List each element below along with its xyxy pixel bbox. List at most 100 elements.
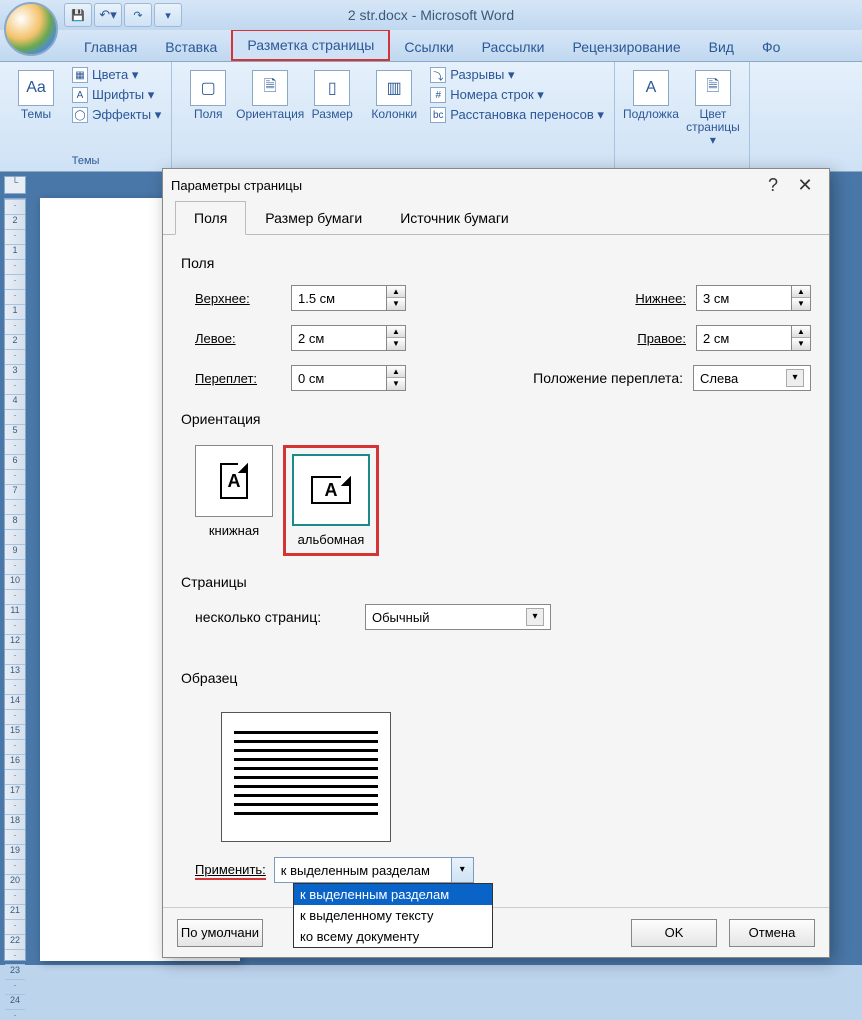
bottom-margin-spinner[interactable]: ▲▼ [696, 285, 811, 311]
ruler-tick: 1 [5, 244, 25, 255]
hyphenation-button[interactable]: bcРасстановка переносов ▾ [428, 106, 606, 124]
chevron-down-icon: ▾ [110, 7, 117, 23]
apply-option-0[interactable]: к выделенным разделам [294, 884, 492, 905]
spin-down-icon[interactable]: ▼ [387, 338, 405, 350]
ruler-tick: · [5, 229, 25, 240]
ruler-tick: · [5, 709, 25, 720]
hyphenation-label: Расстановка переносов ▾ [450, 107, 604, 123]
spin-down-icon[interactable]: ▼ [387, 298, 405, 310]
spin-up-icon[interactable]: ▲ [387, 286, 405, 298]
ruler-tick: 10 [5, 574, 25, 585]
themes-label: Темы [21, 108, 51, 121]
top-margin-input[interactable] [291, 285, 387, 311]
dialog-title-bar[interactable]: Параметры страницы ? ✕ [163, 169, 829, 201]
ruler-tick: · [5, 889, 25, 900]
ribbon-tab-2[interactable]: Разметка страницы [231, 29, 390, 61]
ruler-tick: · [5, 829, 25, 840]
page-setup-dialog: Параметры страницы ? ✕ ПоляРазмер бумаги… [162, 168, 830, 958]
redo-button[interactable]: ↷ [124, 3, 152, 27]
ribbon-tab-7[interactable]: Фо [748, 33, 794, 61]
ruler-tick: · [5, 259, 25, 270]
columns-label: Колонки [371, 108, 417, 121]
apply-to-select[interactable]: к выделенным разделам ▾ [274, 857, 474, 883]
theme-fonts-button[interactable]: AШрифты ▾ [70, 86, 163, 104]
help-button[interactable]: ? [757, 175, 789, 196]
ruler-tick: · [5, 469, 25, 480]
orientation-portrait[interactable]: A книжная [195, 445, 273, 556]
ribbon-tab-5[interactable]: Рецензирование [559, 33, 695, 61]
watermark-button[interactable]: A Подложка [623, 66, 679, 121]
vertical-ruler[interactable]: ·2·1···1·2·3·4·5·6·7·8·9·10·11·12·13·14·… [4, 198, 26, 961]
ruler-tick: 7 [5, 484, 25, 495]
save-button[interactable]: 💾 [64, 3, 92, 27]
bottom-margin-label: Нижнее: [600, 290, 696, 306]
multiple-pages-select[interactable]: Обычный ▾ [365, 604, 551, 630]
spin-down-icon[interactable]: ▼ [792, 338, 810, 350]
dialog-tab-2[interactable]: Источник бумаги [381, 201, 528, 235]
theme-effects-button[interactable]: ◯Эффекты ▾ [70, 106, 163, 124]
undo-button[interactable]: ↶ ▾ [94, 3, 122, 27]
left-margin-spinner[interactable]: ▲▼ [291, 325, 406, 351]
spin-down-icon[interactable]: ▼ [387, 378, 405, 390]
ruler-tick: 21 [5, 904, 25, 915]
spin-up-icon[interactable]: ▲ [792, 286, 810, 298]
watermark-icon: A [633, 70, 669, 106]
dialog-tab-0[interactable]: Поля [175, 201, 246, 235]
margins-button[interactable]: ▢Поля [180, 66, 236, 121]
multiple-pages-label: несколько страниц: [195, 609, 365, 625]
spin-down-icon[interactable]: ▼ [792, 298, 810, 310]
themes-icon: Aa [18, 70, 54, 106]
ruler-tick: 18 [5, 814, 25, 825]
right-margin-input[interactable] [696, 325, 792, 351]
ok-button[interactable]: OK [631, 919, 717, 947]
ruler-tick: · [5, 979, 25, 990]
cancel-button[interactable]: Отмена [729, 919, 815, 947]
spin-up-icon[interactable]: ▲ [387, 326, 405, 338]
default-button[interactable]: По умолчани [177, 919, 263, 947]
multiple-pages-value: Обычный [372, 610, 429, 625]
spin-up-icon[interactable]: ▲ [387, 366, 405, 378]
ribbon-group-label [623, 153, 741, 169]
right-margin-spinner[interactable]: ▲▼ [696, 325, 811, 351]
gutter-input[interactable] [291, 365, 387, 391]
close-button[interactable]: ✕ [789, 175, 821, 196]
ruler-tick: · [5, 559, 25, 570]
ribbon-tab-0[interactable]: Главная [70, 33, 151, 61]
size-icon: ▯ [314, 70, 350, 106]
apply-option-1[interactable]: к выделенному тексту [294, 905, 492, 926]
orientation-landscape[interactable]: A альбомная [283, 445, 379, 556]
dialog-tab-1[interactable]: Размер бумаги [246, 201, 381, 235]
ribbon-tab-3[interactable]: Ссылки [390, 33, 467, 61]
page-color-button[interactable]: 🗎Цвет страницы ▾ [685, 66, 741, 148]
undo-icon: ↶ [99, 7, 110, 23]
ruler-tick: · [5, 799, 25, 810]
ribbon-group-page-setup: ▢Поля 🗎Ориентация ▯Размер ▥Колонки ⤵Разр… [172, 62, 615, 171]
theme-colors-button[interactable]: ▦Цвета ▾ [70, 66, 163, 84]
apply-option-2[interactable]: ко всему документу [294, 926, 492, 947]
office-button[interactable] [4, 2, 58, 56]
dialog-body: Поля Верхнее: ▲▼ Нижнее: ▲▼ Левое: ▲▼ Пр… [163, 235, 829, 907]
themes-button[interactable]: Aa Темы [8, 66, 64, 121]
breaks-button[interactable]: ⤵Разрывы ▾ [428, 66, 606, 84]
line-numbers-button[interactable]: #Номера строк ▾ [428, 86, 606, 104]
ruler-tick: 16 [5, 754, 25, 765]
left-margin-input[interactable] [291, 325, 387, 351]
gutter-spinner[interactable]: ▲▼ [291, 365, 406, 391]
watermark-label: Подложка [623, 108, 679, 121]
ruler-tick: · [5, 859, 25, 870]
size-button[interactable]: ▯Размер [304, 66, 360, 121]
top-margin-spinner[interactable]: ▲▼ [291, 285, 406, 311]
ribbon-tab-1[interactable]: Вставка [151, 33, 231, 61]
portrait-label: книжная [209, 523, 259, 538]
gutter-position-select[interactable]: Слева ▾ [693, 365, 811, 391]
orientation-button[interactable]: 🗎Ориентация [242, 66, 298, 121]
chevron-down-icon: ▾ [526, 608, 544, 626]
bottom-margin-input[interactable] [696, 285, 792, 311]
qat-more-button[interactable]: ▾ [154, 3, 182, 27]
ribbon-tab-4[interactable]: Рассылки [468, 33, 559, 61]
columns-button[interactable]: ▥Колонки [366, 66, 422, 121]
ruler-corner[interactable]: └ [4, 176, 26, 194]
ribbon-tab-6[interactable]: Вид [695, 33, 748, 61]
theme-fonts-label: Шрифты ▾ [92, 87, 154, 103]
spin-up-icon[interactable]: ▲ [792, 326, 810, 338]
